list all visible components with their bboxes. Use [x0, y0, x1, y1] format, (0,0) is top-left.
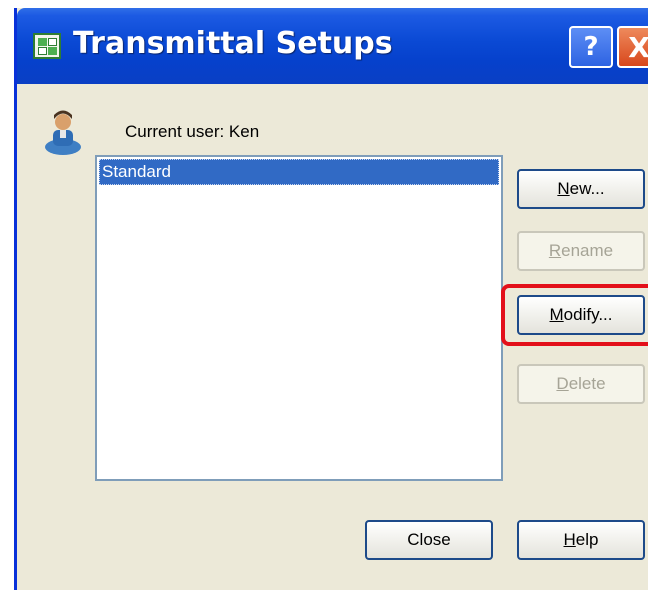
new-button[interactable]: New... — [517, 169, 645, 209]
modify-button-label: Modify... — [549, 305, 613, 324]
rename-button[interactable]: Rename — [517, 231, 645, 271]
new-button-accel: New... — [557, 179, 605, 198]
delete-button-label: Delete — [556, 374, 606, 393]
modify-button[interactable]: Modify... — [517, 295, 645, 335]
help-question-icon[interactable]: ? — [569, 26, 613, 68]
setups-list[interactable]: Standard — [95, 155, 503, 481]
list-item-standard[interactable]: Standard — [99, 159, 499, 185]
close-button[interactable]: Close — [365, 520, 493, 560]
close-window-icon[interactable]: X — [617, 26, 648, 68]
delete-button[interactable]: Delete — [517, 364, 645, 404]
user-avatar-icon — [45, 110, 81, 155]
help-button[interactable]: Help — [517, 520, 645, 560]
transmittal-setups-dialog: Transmittal Setups ? X Current user: Ken… — [14, 8, 648, 590]
current-user-label: Current user: Ken — [125, 122, 260, 141]
transmittal-icon — [33, 33, 61, 59]
help-button-label: Help — [563, 530, 599, 549]
window-title: Transmittal Setups — [73, 26, 393, 61]
title-bar[interactable]: Transmittal Setups ? X — [17, 8, 648, 84]
rename-button-label: Rename — [548, 241, 614, 260]
